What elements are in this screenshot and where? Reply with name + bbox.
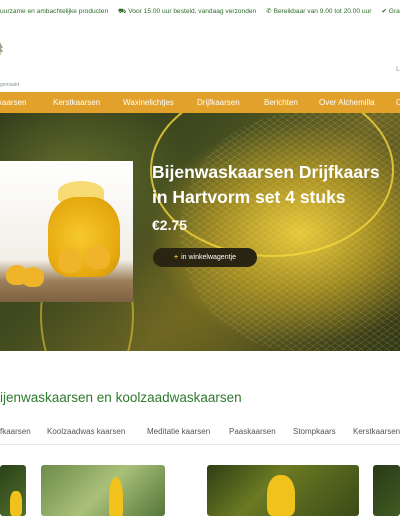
hero-title: Bijenwaskaarsen Drijfkaars in Hartvorm s… — [152, 160, 400, 210]
site-header: gemaakt L — [0, 22, 400, 90]
topbar-item-sustainable: uurzame en ambachtelijke producten — [0, 7, 109, 15]
hero-product-image[interactable] — [0, 161, 133, 302]
topbar-item-shipping: ⛟ Voor 15:00 uur besteld, vandaag verzon… — [118, 7, 257, 15]
add-to-cart-label: in winkelwagentje — [181, 254, 236, 261]
candle-image — [86, 245, 110, 269]
category-divider — [0, 444, 400, 445]
main-navigation: kaarsen Kerstkaarsen Waxinelichtjes Drij… — [0, 92, 400, 113]
logo-tagline: gemaakt — [0, 82, 20, 88]
top-info-bar: uurzame en ambachtelijke producten ⛟ Voo… — [0, 0, 400, 22]
category-tab-stompkaars[interactable]: Stompkaars — [293, 427, 336, 436]
category-tab-koolzaadwas-kaarsen[interactable]: Koolzaadwas kaarsen — [47, 427, 125, 436]
category-tab-kerstkaarsen[interactable]: Kerstkaarsen — [353, 427, 400, 436]
product-card[interactable] — [41, 465, 165, 516]
nav-item-berichten[interactable]: Berichten — [264, 98, 298, 107]
candle-image — [22, 267, 44, 287]
category-tab-paaskaarsen[interactable]: Paaskaarsen — [229, 427, 276, 436]
nav-item-over-alchemilla[interactable]: Over Alchemilla — [319, 98, 375, 107]
hero-price: €2.75 — [152, 217, 188, 233]
nav-item-kaarsen[interactable]: kaarsen — [0, 98, 26, 107]
topbar-item-free-shipping: ✔ Gratis verzen — [381, 8, 400, 15]
product-card[interactable] — [373, 465, 400, 516]
section-title: ijenwaskaarsen en koolzaadwaskaarsen — [0, 390, 242, 405]
add-to-cart-button[interactable]: + in winkelwagentje — [153, 248, 257, 267]
product-card[interactable] — [0, 465, 26, 516]
product-card[interactable] — [207, 465, 359, 516]
plus-icon: + — [174, 254, 179, 261]
category-filter-row: fkaarsen Koolzaadwas kaarsen Meditatie k… — [0, 427, 400, 439]
nav-item-kerstkaarsen[interactable]: Kerstkaarsen — [53, 98, 100, 107]
nav-item-drijfkaarsen[interactable]: Drijfkaarsen — [197, 98, 240, 107]
language-switcher[interactable]: L — [396, 66, 400, 73]
category-tab-drijfkaarsen[interactable]: fkaarsen — [0, 427, 31, 436]
logo-icon[interactable] — [0, 42, 4, 56]
hero-title-line2: in Hartvorm set 4 stuks — [152, 187, 346, 207]
category-tab-meditatie-kaarsen[interactable]: Meditatie kaarsen — [147, 427, 210, 436]
hero-title-line1: Bijenwaskaarsen Drijfkaars — [152, 162, 380, 182]
nav-item-waxinelichtjes[interactable]: Waxinelichtjes — [123, 98, 174, 107]
nav-item-more[interactable]: C — [396, 98, 400, 107]
candle-image — [58, 249, 82, 273]
hero-banner: Bijenwaskaarsen Drijfkaars in Hartvorm s… — [0, 113, 400, 351]
topbar-item-hours: ✆ Bereikbaar van 9.00 tot 20.00 uur — [266, 8, 372, 15]
